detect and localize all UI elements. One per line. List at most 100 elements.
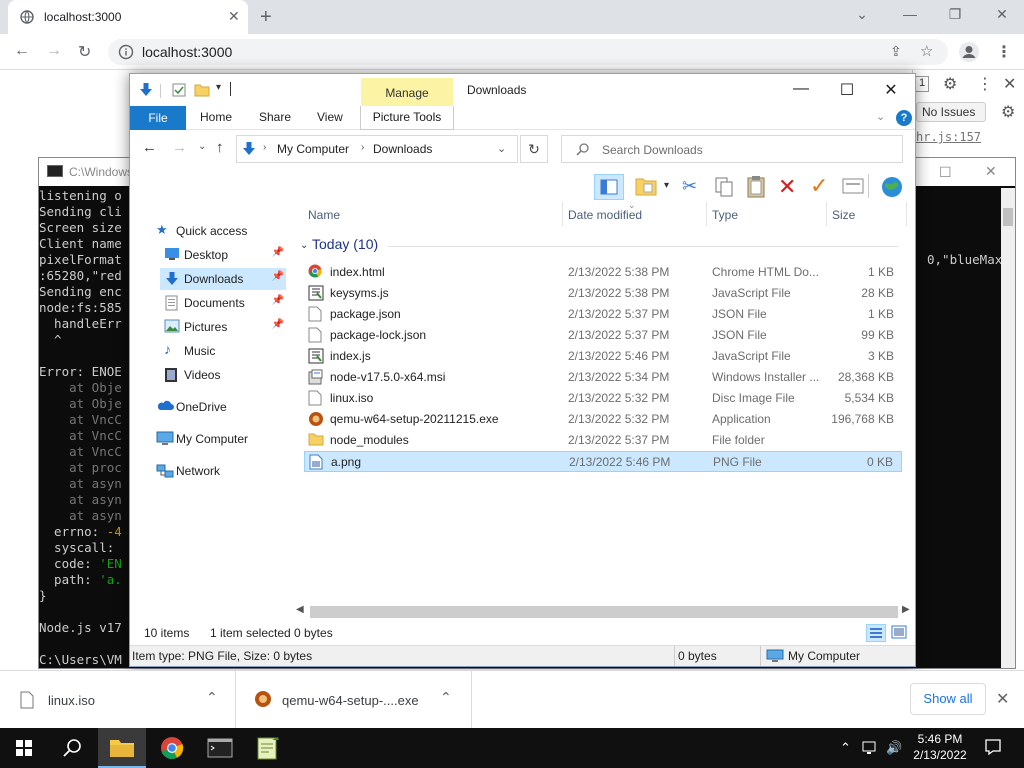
- bookmark-star-icon[interactable]: ☆: [920, 42, 933, 60]
- source-link[interactable]: hr.js:157: [916, 130, 981, 144]
- nav-network[interactable]: Network: [152, 460, 286, 482]
- taskbar-chrome[interactable]: [148, 728, 196, 768]
- close-browser-button[interactable]: ✕: [990, 6, 1014, 23]
- file-row[interactable]: package-lock.json 2/13/2022 5:37 PM JSON F…: [304, 325, 902, 346]
- notifications-icon[interactable]: [984, 738, 1002, 756]
- scroll-left-icon[interactable]: ◀: [296, 604, 304, 615]
- search-button[interactable]: [48, 728, 96, 768]
- share-icon[interactable]: ⇪: [890, 43, 902, 60]
- volume-icon[interactable]: 🔊: [886, 740, 902, 756]
- address-bar[interactable]: localhost:3000 ⇪ ☆: [108, 39, 948, 65]
- download-item-qemu[interactable]: qemu-w64-setup-....exe ⌃: [236, 671, 472, 729]
- chevron-down-icon[interactable]: ⌄: [850, 6, 874, 23]
- column-size[interactable]: Size: [832, 208, 855, 222]
- ribbon-expand-icon[interactable]: ⌄: [876, 110, 885, 123]
- nav-documents[interactable]: Documents 📌: [160, 292, 286, 314]
- new-item-icon[interactable]: [634, 175, 658, 197]
- column-type[interactable]: Type: [712, 208, 738, 222]
- tab-close-icon[interactable]: ✕: [228, 8, 240, 25]
- file-row[interactable]: node-v17.5.0-x64.msi 2/13/2022 5:34 PM Win…: [304, 367, 902, 388]
- file-row[interactable]: package.json 2/13/2022 5:37 PM JSON File 1 …: [304, 304, 902, 325]
- file-row[interactable]: linux.iso 2/13/2022 5:32 PM Disc Image Fil…: [304, 388, 902, 409]
- close-devtools-icon[interactable]: ✕: [1003, 74, 1016, 94]
- back-button[interactable]: ←: [14, 42, 30, 60]
- minimize-button[interactable]: —: [898, 6, 922, 22]
- manage-context-tab[interactable]: Manage: [361, 78, 453, 108]
- new-tab-button[interactable]: +: [260, 6, 272, 29]
- restore-button[interactable]: ❐: [943, 6, 967, 23]
- console-scrollbar[interactable]: [1001, 188, 1015, 668]
- nav-onedrive[interactable]: OneDrive: [152, 396, 286, 418]
- delete-icon[interactable]: ✕: [778, 174, 796, 200]
- recent-locations-icon[interactable]: ⌄: [198, 141, 206, 152]
- up-arrow-icon[interactable]: ↑: [216, 139, 224, 156]
- horizontal-scrollbar[interactable]: ◀ ▶: [296, 604, 914, 620]
- tab-view[interactable]: View: [317, 110, 343, 124]
- settings-icon[interactable]: ⚙: [1001, 102, 1015, 122]
- kebab-icon[interactable]: ⋮: [977, 74, 993, 94]
- taskbar-notepad[interactable]: [244, 728, 292, 768]
- nav-quick-access[interactable]: ★ Quick access: [152, 220, 286, 242]
- info-icon[interactable]: [118, 44, 134, 60]
- paste-icon[interactable]: [746, 175, 766, 199]
- copy-icon[interactable]: [714, 176, 734, 198]
- close-downloads-bar-icon[interactable]: ✕: [996, 689, 1009, 709]
- search-input[interactable]: Search Downloads: [561, 135, 903, 163]
- quick-access-arrow-icon[interactable]: [138, 82, 154, 98]
- dropdown-icon[interactable]: ▾: [664, 180, 669, 191]
- file-row[interactable]: node_modules 2/13/2022 5:37 PM File folder: [304, 430, 902, 451]
- taskbar-terminal[interactable]: [196, 728, 244, 768]
- close-button[interactable]: ✕: [868, 80, 914, 100]
- group-header[interactable]: Today (10): [312, 236, 378, 252]
- reload-button[interactable]: ↻: [78, 42, 91, 62]
- scroll-right-icon[interactable]: ▶: [902, 604, 910, 615]
- chevron-up-icon[interactable]: ⌃: [440, 689, 452, 706]
- tab-home[interactable]: Home: [200, 110, 232, 124]
- file-row[interactable]: keysyms.js 2/13/2022 5:38 PM JavaScript Fi…: [304, 283, 902, 304]
- nav-desktop[interactable]: Desktop 📌: [160, 244, 286, 266]
- collapse-group-icon[interactable]: ⌄: [300, 240, 308, 251]
- nav-pictures[interactable]: Pictures 📌: [160, 316, 286, 338]
- browser-tab[interactable]: localhost:3000 ✕: [8, 0, 248, 34]
- show-all-button[interactable]: Show all: [910, 683, 986, 715]
- breadcrumb-downloads[interactable]: Downloads: [373, 142, 432, 156]
- network-globe-icon[interactable]: [880, 175, 904, 199]
- address-dropdown-icon[interactable]: ⌄: [497, 142, 506, 155]
- file-row[interactable]: index.js 2/13/2022 5:46 PM JavaScript File…: [304, 346, 902, 367]
- properties-button-icon[interactable]: [842, 178, 864, 194]
- taskbar-file-explorer[interactable]: [98, 728, 146, 768]
- tab-file[interactable]: File: [130, 106, 186, 130]
- help-icon[interactable]: ?: [896, 110, 912, 126]
- preview-pane-button[interactable]: [594, 174, 624, 200]
- tab-share[interactable]: Share: [259, 110, 291, 124]
- console-close-button[interactable]: ✕: [985, 163, 997, 180]
- chevron-up-icon[interactable]: ⌃: [206, 689, 218, 706]
- download-item-linux-iso[interactable]: linux.iso ⌃: [0, 671, 236, 729]
- menu-kebab-icon[interactable]: ⋮: [996, 42, 1012, 62]
- console-restore-button[interactable]: ☐: [939, 164, 952, 181]
- rename-check-icon[interactable]: ✓: [810, 173, 828, 199]
- large-icons-view-icon[interactable]: [890, 624, 908, 640]
- network-tray-icon[interactable]: [862, 740, 880, 756]
- minimize-button[interactable]: —: [778, 80, 824, 98]
- cut-icon[interactable]: ✂: [682, 176, 697, 197]
- forward-arrow-icon[interactable]: →: [172, 139, 187, 156]
- tab-picture-tools[interactable]: Picture Tools: [360, 106, 454, 130]
- tray-chevron-icon[interactable]: ⌃: [840, 740, 851, 756]
- clock[interactable]: 5:46 PM 2/13/2022: [904, 731, 976, 763]
- nav-downloads[interactable]: Downloads 📌: [160, 268, 286, 290]
- file-row[interactable]: a.png 2/13/2022 5:46 PM PNG File 0 KB: [304, 451, 902, 472]
- column-name[interactable]: Name: [308, 208, 340, 222]
- details-view-icon[interactable]: [866, 624, 886, 642]
- new-folder-icon[interactable]: [194, 82, 210, 98]
- properties-icon[interactable]: [172, 83, 186, 97]
- file-row[interactable]: qemu-w64-setup-20211215.exe 2/13/2022 5:3…: [304, 409, 902, 430]
- breadcrumb-my-computer[interactable]: My Computer: [277, 142, 349, 156]
- gear-icon[interactable]: ⚙: [943, 74, 957, 94]
- profile-avatar[interactable]: [958, 41, 980, 63]
- file-row[interactable]: index.html 2/13/2022 5:38 PM Chrome HTML D…: [304, 262, 902, 283]
- no-issues-button[interactable]: No Issues: [916, 102, 986, 122]
- refresh-button[interactable]: ↻: [520, 135, 548, 163]
- back-arrow-icon[interactable]: ←: [142, 139, 157, 156]
- customize-qat-icon[interactable]: ▾: [216, 82, 221, 93]
